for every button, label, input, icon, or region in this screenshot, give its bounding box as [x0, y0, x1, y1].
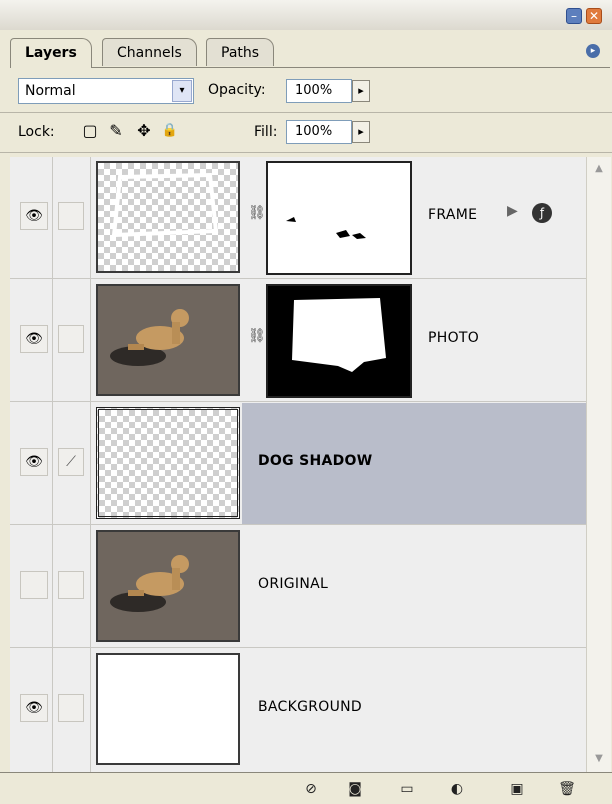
adjustment-layer-icon[interactable]: ◐ — [446, 779, 468, 799]
eye-icon[interactable]: 👁 — [20, 694, 48, 722]
fill-label: Fill: — [254, 124, 278, 140]
blend-mode-value: Normal — [25, 83, 76, 99]
layers-top-divider — [0, 152, 612, 153]
layer-mask-thumbnail[interactable] — [266, 284, 412, 398]
add-mask-icon[interactable]: ◙ — [344, 779, 366, 799]
minimize-button[interactable]: – — [566, 8, 582, 24]
panel-titlebar: – ✕ — [0, 0, 612, 30]
link-toggle[interactable] — [58, 325, 84, 353]
panel-tabs: Layers Channels Paths — [10, 38, 610, 68]
layer-row-frame[interactable]: 👁 ⛓ FRAME ▶ ƒ — [10, 157, 586, 279]
panel-footer: ⊘ ◙ ▭ ◐ ▣ 🗑 — [0, 772, 612, 804]
fill-slider-button[interactable]: ▸ — [352, 121, 370, 143]
tab-divider — [10, 67, 610, 68]
layers-list: 👁 ⛓ FRAME ▶ ƒ 👁 ⛓ PHOTO 👁 ⟋ DOG SHADOW O… — [10, 157, 586, 772]
tab-paths[interactable]: Paths — [206, 38, 275, 66]
link-layers-icon[interactable]: ⊘ — [300, 779, 322, 799]
layer-thumbnail — [96, 284, 240, 396]
chevron-down-icon[interactable]: ▾ — [172, 80, 192, 102]
link-toggle[interactable] — [58, 571, 84, 599]
panel-menu-button[interactable]: ▸ — [586, 44, 600, 58]
layer-thumbnail — [96, 407, 240, 519]
layer-name: PHOTO — [428, 330, 480, 346]
layer-thumbnail — [96, 530, 240, 642]
dog-photo-graphic — [98, 286, 238, 394]
tab-channels[interactable]: Channels — [102, 38, 197, 66]
layers-scrollbar[interactable]: ▲ ▼ — [586, 157, 611, 772]
fx-icon: ƒ — [532, 203, 552, 223]
new-layer-icon[interactable]: ▣ — [506, 779, 528, 799]
blend-mode-select[interactable]: Normal ▾ — [18, 78, 194, 104]
lock-all-icon[interactable]: 🔒 — [160, 121, 180, 141]
mask-graphic — [286, 217, 366, 239]
layer-mask-thumbnail[interactable] — [266, 161, 412, 275]
eye-icon[interactable]: 👁 — [20, 448, 48, 476]
close-button[interactable]: ✕ — [586, 8, 602, 24]
scroll-up-icon[interactable]: ▲ — [590, 161, 608, 177]
frame-outline-graphic — [111, 172, 219, 238]
link-toggle[interactable] — [58, 202, 84, 230]
layer-row-dog-shadow[interactable]: 👁 ⟋ DOG SHADOW — [10, 403, 586, 525]
chain-link-icon[interactable]: ⛓ — [248, 205, 266, 221]
chain-link-icon[interactable]: ⛓ — [248, 328, 266, 344]
new-group-icon[interactable]: ▭ — [396, 779, 418, 799]
layer-row-original[interactable]: ORIGINAL — [10, 526, 586, 648]
opacity-slider-button[interactable]: ▸ — [352, 80, 370, 102]
lock-transparent-icon[interactable]: ▢ — [80, 121, 100, 141]
lock-label: Lock: — [18, 124, 55, 140]
expand-effects-icon[interactable]: ▶ — [507, 203, 518, 219]
layer-row-background[interactable]: 👁 BACKGROUND — [10, 649, 586, 771]
fill-input[interactable]: 100% — [286, 120, 352, 144]
toolbar-divider — [0, 112, 612, 113]
layer-name: DOG SHADOW — [258, 453, 373, 469]
layer-row-photo[interactable]: 👁 ⛓ PHOTO — [10, 280, 586, 402]
layer-thumbnail — [96, 653, 240, 765]
dog-photo-graphic — [98, 532, 238, 640]
mask-graphic — [292, 298, 386, 372]
visibility-toggle[interactable] — [20, 571, 48, 599]
scroll-down-icon[interactable]: ▼ — [590, 751, 608, 767]
layer-name: FRAME — [428, 207, 478, 223]
tab-layers[interactable]: Layers — [10, 38, 92, 68]
opacity-label: Opacity: — [208, 82, 266, 98]
layer-thumbnail — [96, 161, 240, 273]
eye-icon[interactable]: 👁 — [20, 325, 48, 353]
link-toggle[interactable] — [58, 694, 84, 722]
eye-icon[interactable]: 👁 — [20, 202, 48, 230]
lock-position-icon[interactable]: ✥ — [134, 121, 154, 141]
layer-name: BACKGROUND — [258, 699, 362, 715]
brush-icon[interactable]: ⟋ — [58, 448, 84, 476]
layer-name: ORIGINAL — [258, 576, 329, 592]
trash-icon[interactable]: 🗑 — [556, 779, 578, 799]
opacity-input[interactable]: 100% — [286, 79, 352, 103]
lock-image-icon[interactable]: ✎ — [106, 121, 126, 141]
